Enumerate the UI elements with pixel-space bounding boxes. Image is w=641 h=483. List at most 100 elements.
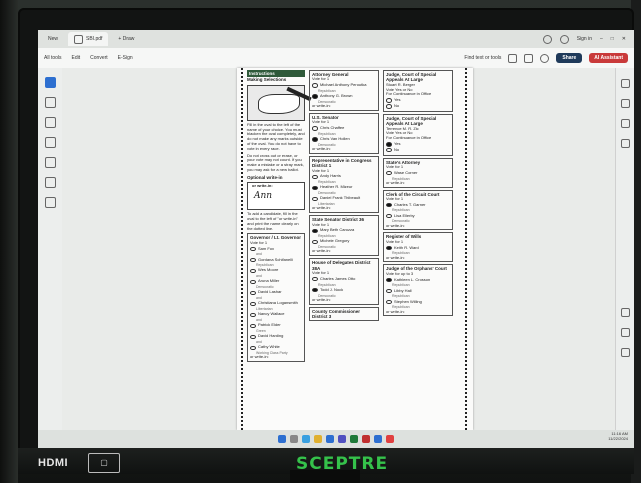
- writein-line[interactable]: or write-in:: [312, 103, 376, 109]
- candidate-row[interactable]: Andy Harris: [312, 174, 376, 180]
- candidate-row[interactable]: Anthony G. Brown: [312, 93, 376, 99]
- save-icon[interactable]: [524, 53, 534, 63]
- vote-oval[interactable]: [386, 202, 392, 208]
- zoom-in-icon[interactable]: [620, 328, 630, 337]
- rotate-icon[interactable]: [620, 308, 630, 317]
- writein-line[interactable]: or write-in:: [386, 223, 450, 229]
- document-viewer[interactable]: Instructions Making Selections Fill in t…: [62, 68, 616, 430]
- search-icon[interactable]: [540, 53, 550, 63]
- tab-draw[interactable]: + Draw: [112, 32, 140, 46]
- sign-in-link[interactable]: Sign in: [577, 36, 592, 42]
- lasso-tool-icon[interactable]: [44, 137, 56, 148]
- vote-oval[interactable]: [250, 246, 256, 252]
- vote-oval[interactable]: [250, 323, 256, 329]
- maximize-icon[interactable]: □: [611, 36, 614, 42]
- vote-oval[interactable]: [250, 334, 256, 340]
- candidate-row[interactable]: Michael Anthony Peroutka: [312, 82, 376, 88]
- vote-oval[interactable]: [386, 98, 392, 103]
- vote-oval[interactable]: [386, 147, 392, 153]
- zoom-tool-icon[interactable]: [44, 97, 56, 108]
- candidate-row[interactable]: Todd J. Nock: [312, 287, 376, 293]
- store-icon[interactable]: [326, 435, 334, 443]
- candidate-row[interactable]: Nancy Wallace: [250, 312, 302, 318]
- candidate-row[interactable]: Mary Beth Carozza: [312, 228, 376, 234]
- tab-new[interactable]: New: [42, 32, 64, 46]
- vote-oval[interactable]: [386, 245, 392, 251]
- vote-oval[interactable]: [250, 312, 256, 318]
- writein-line[interactable]: or write-in:: [312, 206, 376, 211]
- share-button[interactable]: Share: [556, 53, 583, 63]
- vote-oval[interactable]: [312, 287, 318, 293]
- vote-oval[interactable]: [386, 170, 392, 176]
- bell-icon[interactable]: [559, 34, 569, 44]
- app-icon[interactable]: [362, 435, 370, 443]
- print-icon[interactable]: [508, 53, 518, 63]
- candidate-row[interactable]: Charles T. Garner: [386, 202, 450, 208]
- vote-oval[interactable]: [386, 104, 392, 109]
- close-icon[interactable]: ✕: [622, 36, 626, 42]
- vote-oval[interactable]: [312, 94, 318, 99]
- candidate-row[interactable]: Aruna Miller: [250, 279, 302, 285]
- candidate-row[interactable]: David Harding: [250, 334, 302, 340]
- candidate-row[interactable]: Daniel Frank Thibeault: [312, 196, 376, 202]
- vote-oval[interactable]: [312, 137, 318, 142]
- pages-icon[interactable]: [620, 119, 630, 128]
- vote-oval[interactable]: [312, 174, 318, 180]
- candidate-row[interactable]: Wes Moore: [250, 268, 302, 274]
- candidate-row[interactable]: Christiana Logansmith: [250, 301, 302, 307]
- candidate-row[interactable]: Patrick Elder: [250, 323, 302, 329]
- vote-oval[interactable]: [312, 228, 318, 234]
- minimize-icon[interactable]: –: [600, 36, 603, 42]
- menu-convert[interactable]: Convert: [90, 55, 108, 61]
- word-icon[interactable]: [374, 435, 382, 443]
- pen-tool-icon[interactable]: [44, 117, 56, 128]
- candidate-row[interactable]: Libby Hall: [386, 288, 450, 294]
- vote-oval[interactable]: [386, 299, 392, 305]
- vote-oval[interactable]: [250, 290, 256, 296]
- sign-tool-icon[interactable]: [44, 177, 56, 188]
- candidate-row[interactable]: No: [386, 103, 450, 109]
- vote-oval[interactable]: [250, 268, 256, 274]
- candidate-row[interactable]: Chris Van Hollen: [312, 136, 376, 142]
- excel-icon[interactable]: [350, 435, 358, 443]
- writein-line[interactable]: or write-in:: [312, 297, 376, 303]
- writein-line[interactable]: or write-in:: [312, 146, 376, 152]
- candidate-row[interactable]: David Lashar: [250, 290, 302, 296]
- vote-oval[interactable]: [312, 185, 318, 191]
- writein-line[interactable]: or write-in:: [386, 180, 450, 186]
- select-tool-icon[interactable]: [44, 77, 56, 88]
- candidate-row[interactable]: Heather R. Mizeur: [312, 185, 376, 191]
- bookmark-icon[interactable]: [620, 99, 630, 108]
- vote-oval[interactable]: [312, 196, 318, 202]
- candidate-row[interactable]: Michele Gregory: [312, 239, 376, 245]
- candidate-row[interactable]: Cathy White: [250, 345, 302, 351]
- candidate-row[interactable]: Charles James Otto: [312, 276, 376, 282]
- writein-line[interactable]: or write-in:: [312, 249, 376, 254]
- vote-oval[interactable]: [386, 288, 392, 294]
- candidate-row[interactable]: Yes: [386, 141, 450, 147]
- writein-line[interactable]: or write-in:: [386, 309, 450, 315]
- vote-oval[interactable]: [386, 277, 392, 283]
- vote-oval[interactable]: [312, 126, 318, 131]
- menu-all-tools[interactable]: All tools: [44, 55, 62, 61]
- attach-icon[interactable]: [620, 139, 630, 148]
- vote-oval[interactable]: [312, 83, 318, 88]
- candidate-row[interactable]: Sam Fox: [250, 246, 302, 252]
- help-icon[interactable]: [542, 34, 552, 44]
- vote-oval[interactable]: [250, 301, 256, 307]
- acrobat-icon[interactable]: [386, 435, 394, 443]
- more-tools-icon[interactable]: [44, 197, 56, 208]
- vote-oval[interactable]: [386, 142, 392, 147]
- text-tool-icon[interactable]: [44, 157, 56, 168]
- find-text-field[interactable]: Find text or tools: [464, 55, 501, 61]
- candidate-row[interactable]: Stephen Willing: [386, 299, 450, 305]
- vote-oval[interactable]: [312, 276, 318, 282]
- comment-icon[interactable]: [620, 79, 630, 88]
- candidate-row[interactable]: Gordana Schifanelli: [250, 257, 302, 263]
- writein-line[interactable]: or write-in:: [386, 255, 450, 261]
- folder-icon[interactable]: [314, 435, 322, 443]
- vote-oval[interactable]: [386, 213, 392, 219]
- edge-icon[interactable]: [302, 435, 310, 443]
- vote-oval[interactable]: [312, 239, 318, 245]
- start-icon[interactable]: [278, 435, 286, 443]
